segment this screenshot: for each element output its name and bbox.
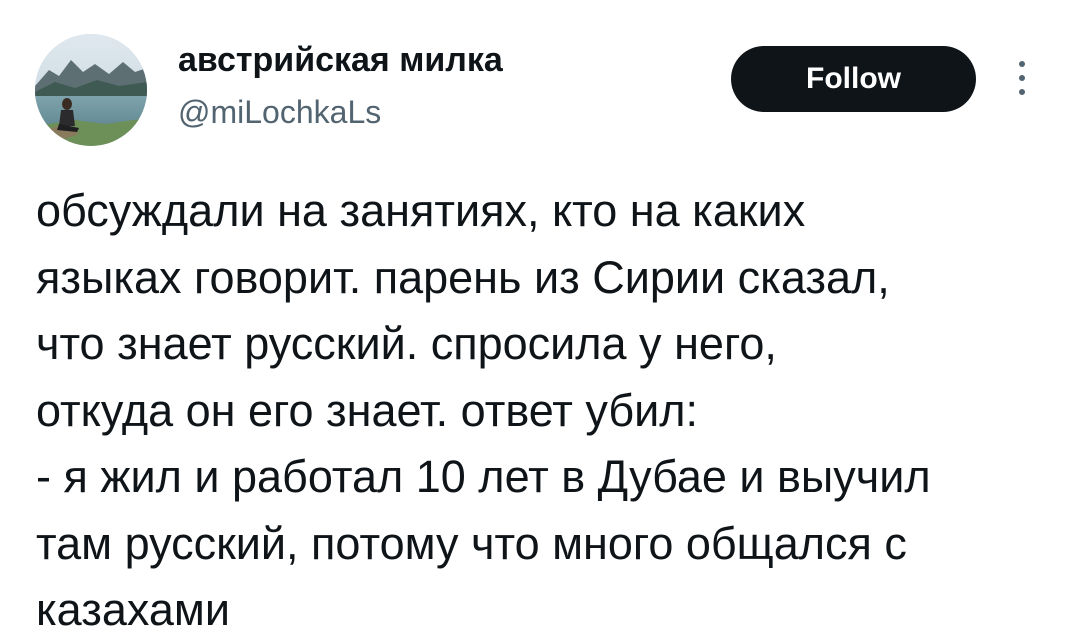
more-vertical-icon[interactable] xyxy=(1010,58,1034,98)
tweet-text: обсуждали на занятиях, кто на каких язык… xyxy=(36,185,931,635)
avatar[interactable] xyxy=(35,34,147,146)
profile-photo-icon xyxy=(35,34,147,146)
follow-button[interactable]: Follow xyxy=(731,46,976,112)
user-handle[interactable]: @miLochkaLs xyxy=(178,93,381,131)
display-name[interactable]: австрийская милка xyxy=(178,40,503,80)
